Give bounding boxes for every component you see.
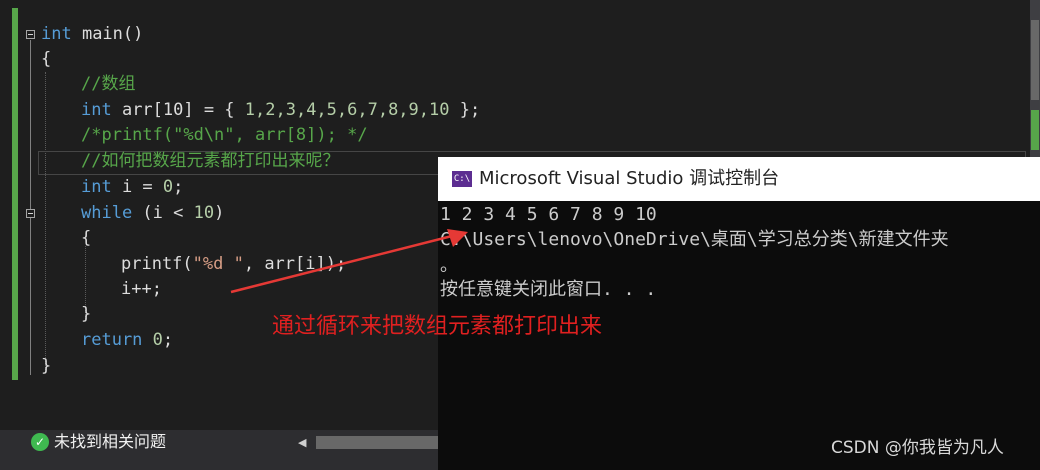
collapse-main-icon[interactable] bbox=[26, 30, 35, 39]
fold-line-main bbox=[30, 40, 31, 375]
code-line-12[interactable]: } bbox=[81, 302, 91, 327]
indent-guide bbox=[45, 72, 46, 372]
string-literal: "%d " bbox=[192, 254, 244, 274]
console-output-line: C:\Users\lenovo\OneDrive\桌面\学习总分类\新建文件夹 bbox=[440, 229, 949, 250]
code-line-9[interactable]: { bbox=[81, 226, 91, 251]
issues-status-text[interactable]: 未找到相关问题 bbox=[54, 431, 166, 453]
vertical-scroll-thumb[interactable] bbox=[1031, 20, 1039, 100]
number: 0 bbox=[152, 330, 163, 350]
check-circle-icon: ✓ bbox=[31, 433, 49, 451]
change-tracking-bar bbox=[12, 8, 18, 380]
code-text: main() bbox=[71, 24, 144, 44]
keyword: int bbox=[81, 177, 112, 197]
code-text: i = bbox=[111, 177, 163, 197]
console-output-line: 按任意键关闭此窗口. . . bbox=[440, 279, 657, 300]
keyword: int bbox=[41, 24, 72, 44]
code-line-4[interactable]: int arr[10] = { 1,2,3,4,5,6,7,8,9,10 }; bbox=[81, 98, 480, 123]
code-line-1[interactable]: int main() bbox=[41, 22, 143, 47]
code-text: arr[10] = { bbox=[111, 100, 245, 120]
keyword: while bbox=[81, 203, 133, 223]
watermark: CSDN @你我皆为凡人 bbox=[831, 438, 1004, 458]
code-text: ) bbox=[214, 203, 225, 223]
code-line-5[interactable]: /*printf("%d\n", arr[8]); */ bbox=[81, 123, 368, 148]
code-text: { bbox=[41, 49, 52, 69]
code-line-13[interactable]: return 0; bbox=[81, 328, 173, 353]
code-line-2[interactable]: { bbox=[41, 47, 51, 72]
code-line-11[interactable]: i++; bbox=[121, 277, 162, 302]
scrollbar-change-marker bbox=[1031, 110, 1039, 150]
code-line-8[interactable]: while (i < 10) bbox=[81, 201, 224, 226]
number: 1,2,3,4,5,6,7,8,9,10 bbox=[244, 100, 450, 120]
code-text: , arr[i]); bbox=[243, 254, 347, 274]
horizontal-scroll-thumb[interactable] bbox=[316, 436, 440, 449]
code-line-3[interactable]: //数组 bbox=[81, 72, 135, 97]
code-text: printf( bbox=[121, 254, 193, 274]
code-text: ; bbox=[162, 330, 174, 350]
scroll-left-icon[interactable]: ◀ bbox=[298, 436, 306, 449]
code-text: { bbox=[81, 228, 92, 248]
keyword: int bbox=[81, 100, 112, 120]
fold-line-while bbox=[30, 219, 31, 324]
collapse-while-icon[interactable] bbox=[26, 209, 35, 218]
console-output-line: 1 2 3 4 5 6 7 8 9 10 bbox=[440, 204, 657, 225]
annotation-label: 通过循环来把数组元素都打印出来 bbox=[272, 314, 603, 339]
code-text: i++; bbox=[121, 279, 162, 299]
code-text: ; bbox=[173, 177, 184, 197]
keyword: return bbox=[81, 330, 143, 350]
console-title: Microsoft Visual Studio 调试控制台 bbox=[479, 168, 780, 189]
code-text: (i < bbox=[132, 203, 194, 223]
number: 10 bbox=[193, 203, 215, 223]
code-text: } bbox=[81, 304, 92, 324]
code-line-10[interactable]: printf("%d ", arr[i]); bbox=[121, 252, 346, 277]
code-line-6[interactable]: //如何把数组元素都打印出来呢？ bbox=[81, 149, 339, 174]
console-app-icon: C:\ bbox=[452, 171, 472, 187]
console-output-line: 。 bbox=[440, 255, 458, 276]
comment: //数组 bbox=[81, 74, 136, 94]
number: 0 bbox=[162, 177, 174, 197]
code-line-14[interactable]: } bbox=[41, 354, 51, 379]
code-text: } bbox=[41, 356, 52, 376]
comment: /*printf("%d\n", arr[8]); */ bbox=[81, 125, 368, 145]
code-text: }; bbox=[449, 100, 481, 120]
console-titlebar[interactable]: C:\ Microsoft Visual Studio 调试控制台 bbox=[438, 157, 1040, 201]
comment: //如何把数组元素都打印出来呢？ bbox=[81, 151, 340, 171]
code-line-7[interactable]: int i = 0; bbox=[81, 175, 183, 200]
